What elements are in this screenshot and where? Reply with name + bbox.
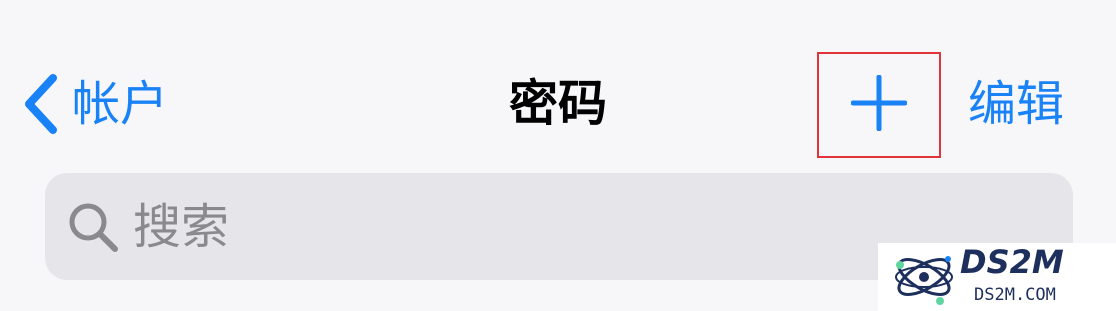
chevron-left-icon [22,72,60,136]
add-button[interactable] [817,52,941,158]
watermark-logo: DS2M DS2M.COM [878,243,1116,311]
plus-icon [850,74,908,135]
magnifying-glass-icon [67,201,119,253]
watermark-brand: DS2M [960,243,1064,281]
atom-logo-icon [895,256,953,305]
watermark-domain: DS2M.COM [974,285,1056,305]
page-title: 密码 [508,75,607,132]
passwords-screen: 帐户 密码 编辑 搜索 DS2M DS2M.COM [0,0,1116,311]
back-label: 帐户 [72,76,169,132]
back-button[interactable]: 帐户 [22,72,168,136]
edit-button[interactable]: 编辑 [968,72,1064,136]
